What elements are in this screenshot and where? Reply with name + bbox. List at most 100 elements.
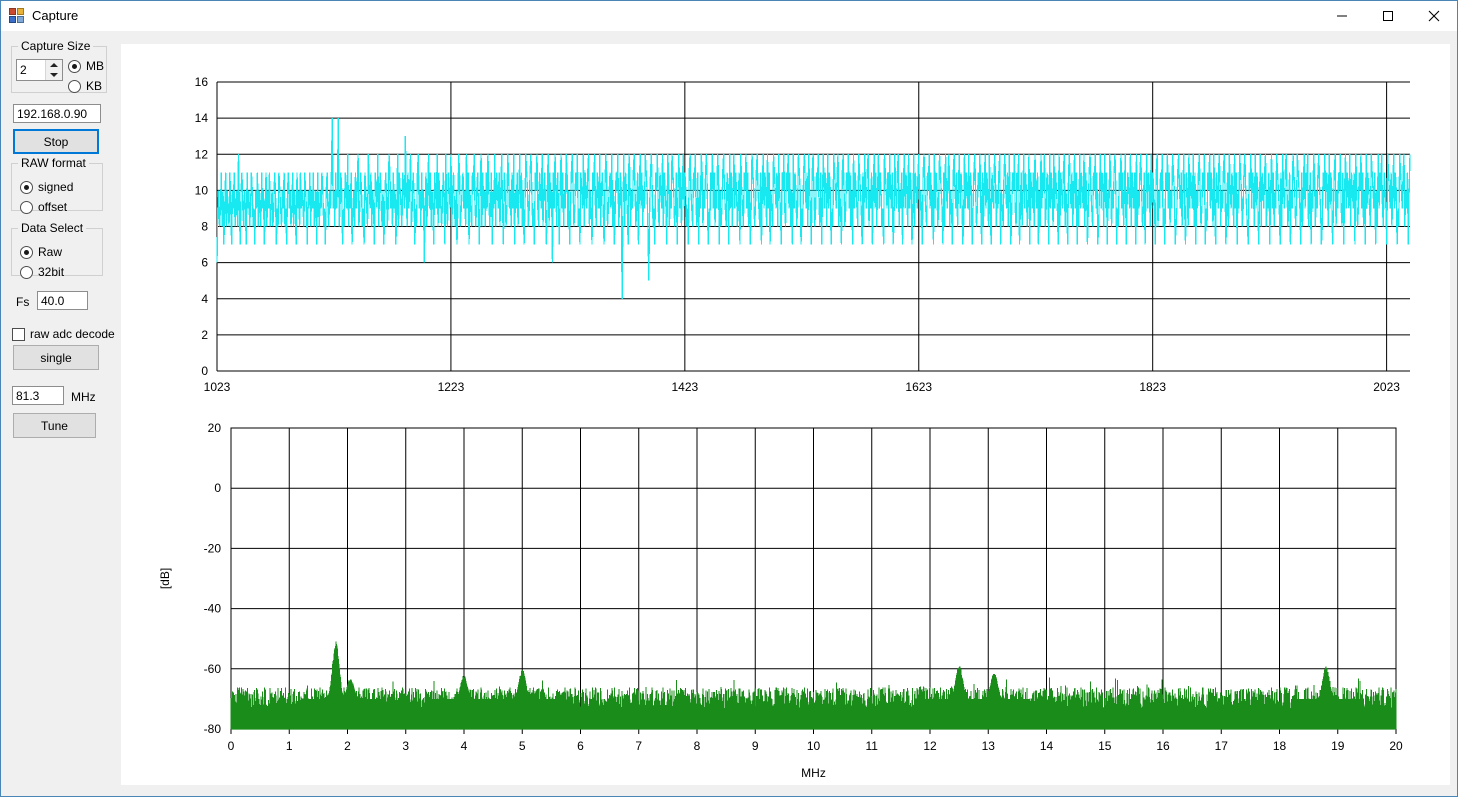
- app-window-icon: [9, 8, 25, 24]
- waveform-trace: [216, 118, 1411, 299]
- y-tick-label: 12: [195, 147, 209, 161]
- x-axis-label: MHz: [801, 766, 826, 780]
- raw-format-signed-label: signed: [38, 180, 74, 194]
- y-tick-label: 16: [195, 75, 209, 89]
- window-title: Capture: [32, 8, 79, 23]
- radio-dot-icon: [68, 59, 81, 73]
- capture-size-stepper[interactable]: 2: [16, 59, 63, 81]
- x-tick-label: 18: [1273, 739, 1287, 753]
- y-tick-label: -60: [204, 662, 222, 676]
- x-tick-label: 14: [1040, 739, 1054, 753]
- raw-format-group-label: RAW format: [18, 156, 89, 170]
- y-tick-label: -20: [204, 541, 222, 555]
- capture-size-spin-arrows[interactable]: [45, 60, 62, 80]
- radio-dot-icon: [20, 200, 33, 214]
- x-tick-label: 1823: [1139, 380, 1166, 394]
- radio-dot-icon: [20, 265, 33, 279]
- spectrum-chart-svg: -80-60-40-200200 1 2 3 4 5 6 7 8 9 10 11 12 13 14 15 16 1…: [158, 421, 1403, 780]
- x-tick-label: 1623: [905, 380, 932, 394]
- x-tick-label: 1223: [438, 380, 465, 394]
- x-tick-label: 8: [694, 739, 701, 753]
- x-tick-label: 19: [1331, 739, 1345, 753]
- raw-adc-decode-checkbox[interactable]: raw adc decode: [12, 327, 115, 341]
- x-tick-label: 9: [752, 739, 759, 753]
- data-select-32bit-label: 32bit: [38, 265, 65, 279]
- x-tick-label: 13: [982, 739, 996, 753]
- y-tick-label: 10: [195, 183, 209, 197]
- capture-size-spin-up[interactable]: [46, 60, 62, 70]
- y-tick-label: 8: [201, 220, 208, 234]
- fs-field[interactable]: 40.0: [37, 291, 88, 310]
- capture-size-unit-mb[interactable]: MB: [68, 59, 104, 73]
- x-tick-label: 16: [1156, 739, 1170, 753]
- x-tick-label: 10: [807, 739, 821, 753]
- capture-size-unit-kb-label: KB: [86, 79, 103, 93]
- window-controls: [1319, 1, 1457, 31]
- y-axis-label: [dB]: [158, 568, 172, 589]
- tune-button[interactable]: Tune: [13, 413, 96, 438]
- minimize-button[interactable]: [1319, 1, 1365, 31]
- y-tick-label: -40: [204, 602, 222, 616]
- x-tick-label: 2023: [1373, 380, 1400, 394]
- x-tick-label: 1423: [671, 380, 698, 394]
- raw-format-offset-label: offset: [38, 200, 68, 214]
- fs-value: 40.0: [41, 294, 65, 308]
- close-button[interactable]: [1411, 1, 1457, 31]
- raw-format-signed[interactable]: signed: [20, 180, 73, 194]
- waveform-chart-svg: 0 2 4 6 8 10 12 14 16 1023 1223 1423 1623 1823 2023: [195, 75, 1411, 394]
- radio-dot-icon: [68, 79, 81, 93]
- x-tick-label: 7: [635, 739, 642, 753]
- data-select-raw-label: Raw: [38, 245, 63, 259]
- y-tick-label: -80: [204, 722, 222, 736]
- x-tick-label: 12: [923, 739, 937, 753]
- y-tick-label: 14: [195, 111, 209, 125]
- x-tick-label: 2: [344, 739, 351, 753]
- stop-button[interactable]: Stop: [13, 129, 99, 154]
- tune-frequency-unit-label: MHz: [71, 390, 96, 404]
- x-tick-label: 17: [1215, 739, 1229, 753]
- y-tick-label: 6: [201, 256, 208, 270]
- data-select-raw[interactable]: Raw: [20, 245, 62, 259]
- y-tick-label: 4: [201, 292, 208, 306]
- checkbox-box-icon: [12, 327, 25, 341]
- x-tick-label: 4: [461, 739, 468, 753]
- y-tick-label: 0: [214, 481, 221, 495]
- radio-dot-icon: [20, 180, 33, 194]
- y-tick-label: 20: [208, 421, 222, 435]
- data-select-group-label: Data Select: [18, 221, 87, 235]
- capture-size-unit-kb[interactable]: KB: [68, 79, 102, 93]
- maximize-button[interactable]: [1365, 1, 1411, 31]
- tune-frequency-field[interactable]: 81.3: [12, 386, 64, 405]
- single-button-label: single: [40, 350, 72, 365]
- capture-size-group-label: Capture Size: [18, 39, 94, 53]
- x-tick-label: 3: [402, 739, 409, 753]
- title-bar: Capture: [1, 1, 1457, 31]
- x-tick-label: 20: [1389, 739, 1403, 753]
- x-tick-label: 11: [866, 739, 879, 753]
- ip-address-field[interactable]: 192.168.0.90: [13, 104, 101, 123]
- spectrum-chart: -80 -60 -40 -20 0 20 0 1 2 3 4 5 6 7 8 9 10 11 12 13 14 15 16 1…: [121, 399, 1450, 785]
- x-tick-label: 1023: [204, 380, 231, 394]
- capture-size-spin-down[interactable]: [46, 70, 62, 80]
- ip-address-value: 192.168.0.90: [17, 107, 88, 121]
- waveform-chart: 0 2 4 6 8 10 12 14 16 1023 1223 1423 1623 1823 2023: [121, 44, 1450, 399]
- tune-button-label: Tune: [41, 418, 68, 433]
- tune-frequency-value: 81.3: [16, 389, 40, 403]
- radio-dot-icon: [20, 245, 33, 259]
- x-tick-label: 6: [577, 739, 584, 753]
- data-select-32bit[interactable]: 32bit: [20, 265, 64, 279]
- capture-size-unit-mb-label: MB: [86, 59, 104, 73]
- chart-panel: 0 2 4 6 8 10 12 14 16 1023 1223 1423 1623 1823 2023 -8…: [121, 44, 1450, 785]
- x-tick-label: 1: [286, 739, 293, 753]
- raw-format-offset[interactable]: offset: [20, 200, 67, 214]
- x-tick-label: 15: [1098, 739, 1112, 753]
- capture-size-value[interactable]: 2: [17, 60, 45, 80]
- y-tick-label: 2: [201, 328, 208, 342]
- fs-label: Fs: [16, 295, 30, 309]
- x-tick-label: 5: [519, 739, 526, 753]
- stop-button-label: Stop: [43, 134, 69, 149]
- raw-adc-decode-label: raw adc decode: [30, 327, 115, 341]
- y-tick-label: 0: [201, 364, 208, 378]
- control-sidebar: Capture Size 2 MB KB 192.168.0.90 Stop R: [2, 32, 121, 796]
- single-button[interactable]: single: [13, 345, 99, 370]
